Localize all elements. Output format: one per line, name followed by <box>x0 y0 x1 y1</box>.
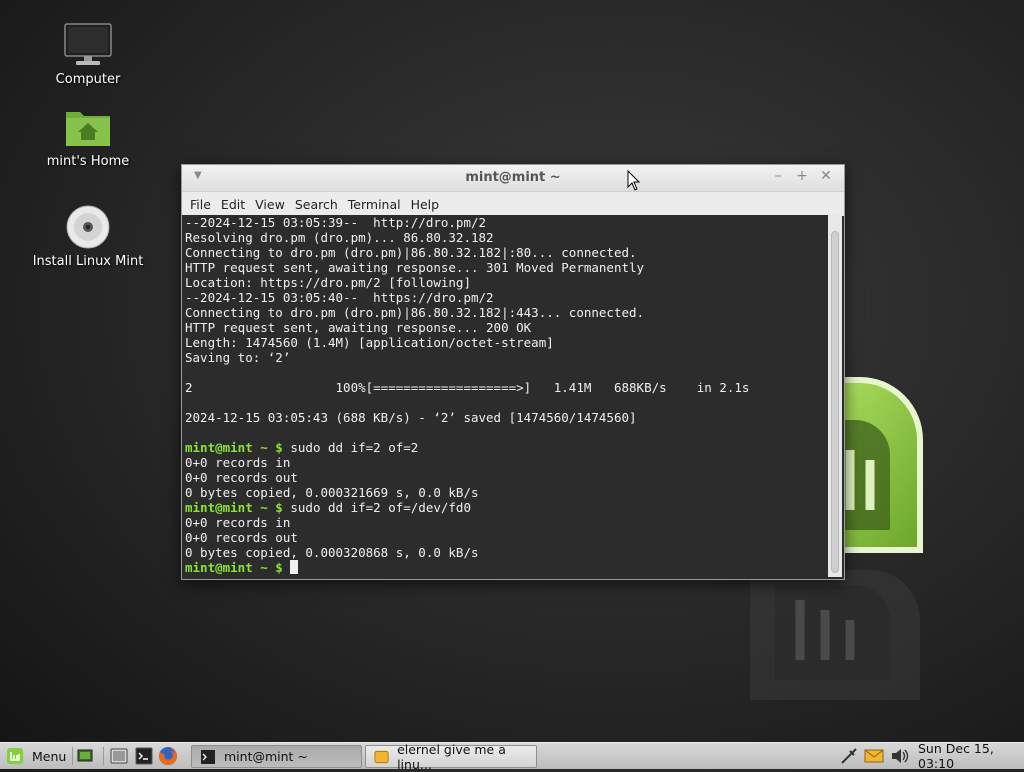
window-titlebar[interactable]: ▼ mint@mint ~ – + ✕ <box>182 165 844 192</box>
shell-prompt: mint@mint ~ $ <box>185 500 283 515</box>
desktop-icon-label: Computer <box>55 72 121 87</box>
terminal-line: Connecting to dro.pm (dro.pm)|86.80.32.1… <box>185 245 637 260</box>
volume-tray[interactable] <box>890 746 910 766</box>
close-icon[interactable]: ✕ <box>818 168 834 184</box>
chat-app-icon <box>374 750 389 763</box>
terminal-line: Length: 1474560 (1.4M) [application/octe… <box>185 335 554 350</box>
volume-icon <box>892 749 909 763</box>
desktop-icon-label: Install Linux Mint <box>32 254 144 269</box>
shell-prompt: mint@mint ~ $ <box>185 560 283 575</box>
menu-file[interactable]: File <box>185 197 216 212</box>
command-output: 0 bytes copied, 0.000320868 s, 0.0 kB/s <box>185 545 479 560</box>
notification-tray[interactable] <box>864 746 884 766</box>
menu-edit[interactable]: Edit <box>216 197 250 212</box>
maximize-icon[interactable]: + <box>794 168 810 184</box>
command-line: mint@mint ~ $ sudo dd if=2 of=2 <box>185 440 828 455</box>
menu-help[interactable]: Help <box>406 197 445 212</box>
home-folder-icon <box>66 112 110 146</box>
launcher-terminal[interactable] <box>135 746 153 766</box>
terminal-line: 2 100%[===================>] 1.41M 688KB… <box>185 380 750 395</box>
shell-prompt: mint@mint ~ $ <box>185 440 283 455</box>
text-cursor <box>290 560 299 574</box>
command-output: 0+0 records in <box>185 515 291 530</box>
clock-text: Sun Dec 15, 03:10 <box>918 741 994 771</box>
terminal-line: Saving to: ‘2’ <box>185 350 291 365</box>
terminal-window[interactable]: ▼ mint@mint ~ – + ✕ File Edit View Searc… <box>181 164 845 580</box>
menubar: File Edit View Search Terminal Help <box>182 192 844 216</box>
terminal-scrollbar[interactable] <box>828 215 842 577</box>
minimize-icon[interactable]: – <box>770 168 786 184</box>
menu-search[interactable]: Search <box>290 197 343 212</box>
command-text: sudo dd if=2 of=/dev/fd0 <box>282 500 471 515</box>
taskbar-terminal[interactable]: mint@mint ~ <box>191 745 362 768</box>
mint-menu-icon <box>7 748 23 764</box>
file-manager-icon <box>110 748 128 764</box>
command-output: 0+0 records in <box>185 455 291 470</box>
terminal-line: Location: https://dro.pm/2 [following] <box>185 275 471 290</box>
desktop-icon-label: mint's Home <box>46 154 130 169</box>
firefox-icon <box>159 746 178 765</box>
command-output: 0 bytes copied, 0.000321669 s, 0.0 kB/s <box>185 485 479 500</box>
terminal-text: --2024-12-15 03:05:39-- http://dro.pm/2 R… <box>182 215 828 575</box>
network-icon <box>841 748 857 764</box>
disc-icon <box>66 205 110 249</box>
command-text: sudo dd if=2 of=2 <box>282 440 419 455</box>
window-title: mint@mint ~ <box>465 170 561 185</box>
menu-terminal[interactable]: Terminal <box>343 197 406 212</box>
scrollbar-thumb[interactable] <box>831 231 839 573</box>
launcher-files[interactable] <box>110 746 128 766</box>
task-label: elernel give me a linu... <box>397 741 506 772</box>
desktop-icon-computer[interactable]: Computer <box>23 22 153 87</box>
terminal-line: 2024-12-15 03:05:43 (688 KB/s) - ‘2’ sav… <box>185 410 637 425</box>
envelope-icon <box>864 749 884 763</box>
launcher-firefox[interactable] <box>158 746 178 766</box>
terminal-line: Connecting to dro.pm (dro.pm)|86.80.32.1… <box>185 305 645 320</box>
command-line: mint@mint ~ $ sudo dd if=2 of=/dev/fd0 <box>185 500 828 515</box>
command-output: 0+0 records out <box>185 470 298 485</box>
clock[interactable]: Sun Dec 15, 03:10 <box>918 741 1024 771</box>
desktop-icon-install[interactable]: Install Linux Mint <box>23 204 153 269</box>
terminal-line: --2024-12-15 03:05:39-- http://dro.pm/2 <box>185 215 487 230</box>
terminal-icon <box>201 749 215 764</box>
terminal-icon <box>135 747 153 765</box>
taskbar-chat[interactable]: elernel give me a linu... <box>365 742 537 772</box>
mouse-pointer-icon <box>627 170 641 191</box>
panel-separator <box>72 747 73 765</box>
panel-separator <box>103 747 104 765</box>
command-output: 0+0 records out <box>185 530 298 545</box>
terminal-line: Resolving dro.pm (dro.pm)... 86.80.32.18… <box>185 230 494 245</box>
menu-view[interactable]: View <box>250 197 290 212</box>
show-desktop-button[interactable] <box>77 746 93 766</box>
show-desktop-icon <box>77 749 93 762</box>
terminal-output[interactable]: --2024-12-15 03:05:39-- http://dro.pm/2 R… <box>182 215 828 577</box>
active-prompt-line[interactable]: mint@mint ~ $ <box>185 560 828 575</box>
menu-button[interactable]: Menu <box>6 746 66 766</box>
task-label: mint@mint ~ <box>224 749 308 764</box>
network-tray[interactable] <box>840 746 858 766</box>
desktop-icon-home[interactable]: mint's Home <box>23 106 153 169</box>
menu-label: Menu <box>32 748 67 764</box>
terminal-line: HTTP request sent, awaiting response... … <box>185 320 532 335</box>
bottom-panel: Menu mint@mint ~ elernel give me a linu.… <box>0 741 1024 772</box>
computer-icon <box>64 23 112 65</box>
terminal-line: HTTP request sent, awaiting response... … <box>185 260 645 275</box>
terminal-line: --2024-12-15 03:05:40-- https://dro.pm/2 <box>185 290 494 305</box>
